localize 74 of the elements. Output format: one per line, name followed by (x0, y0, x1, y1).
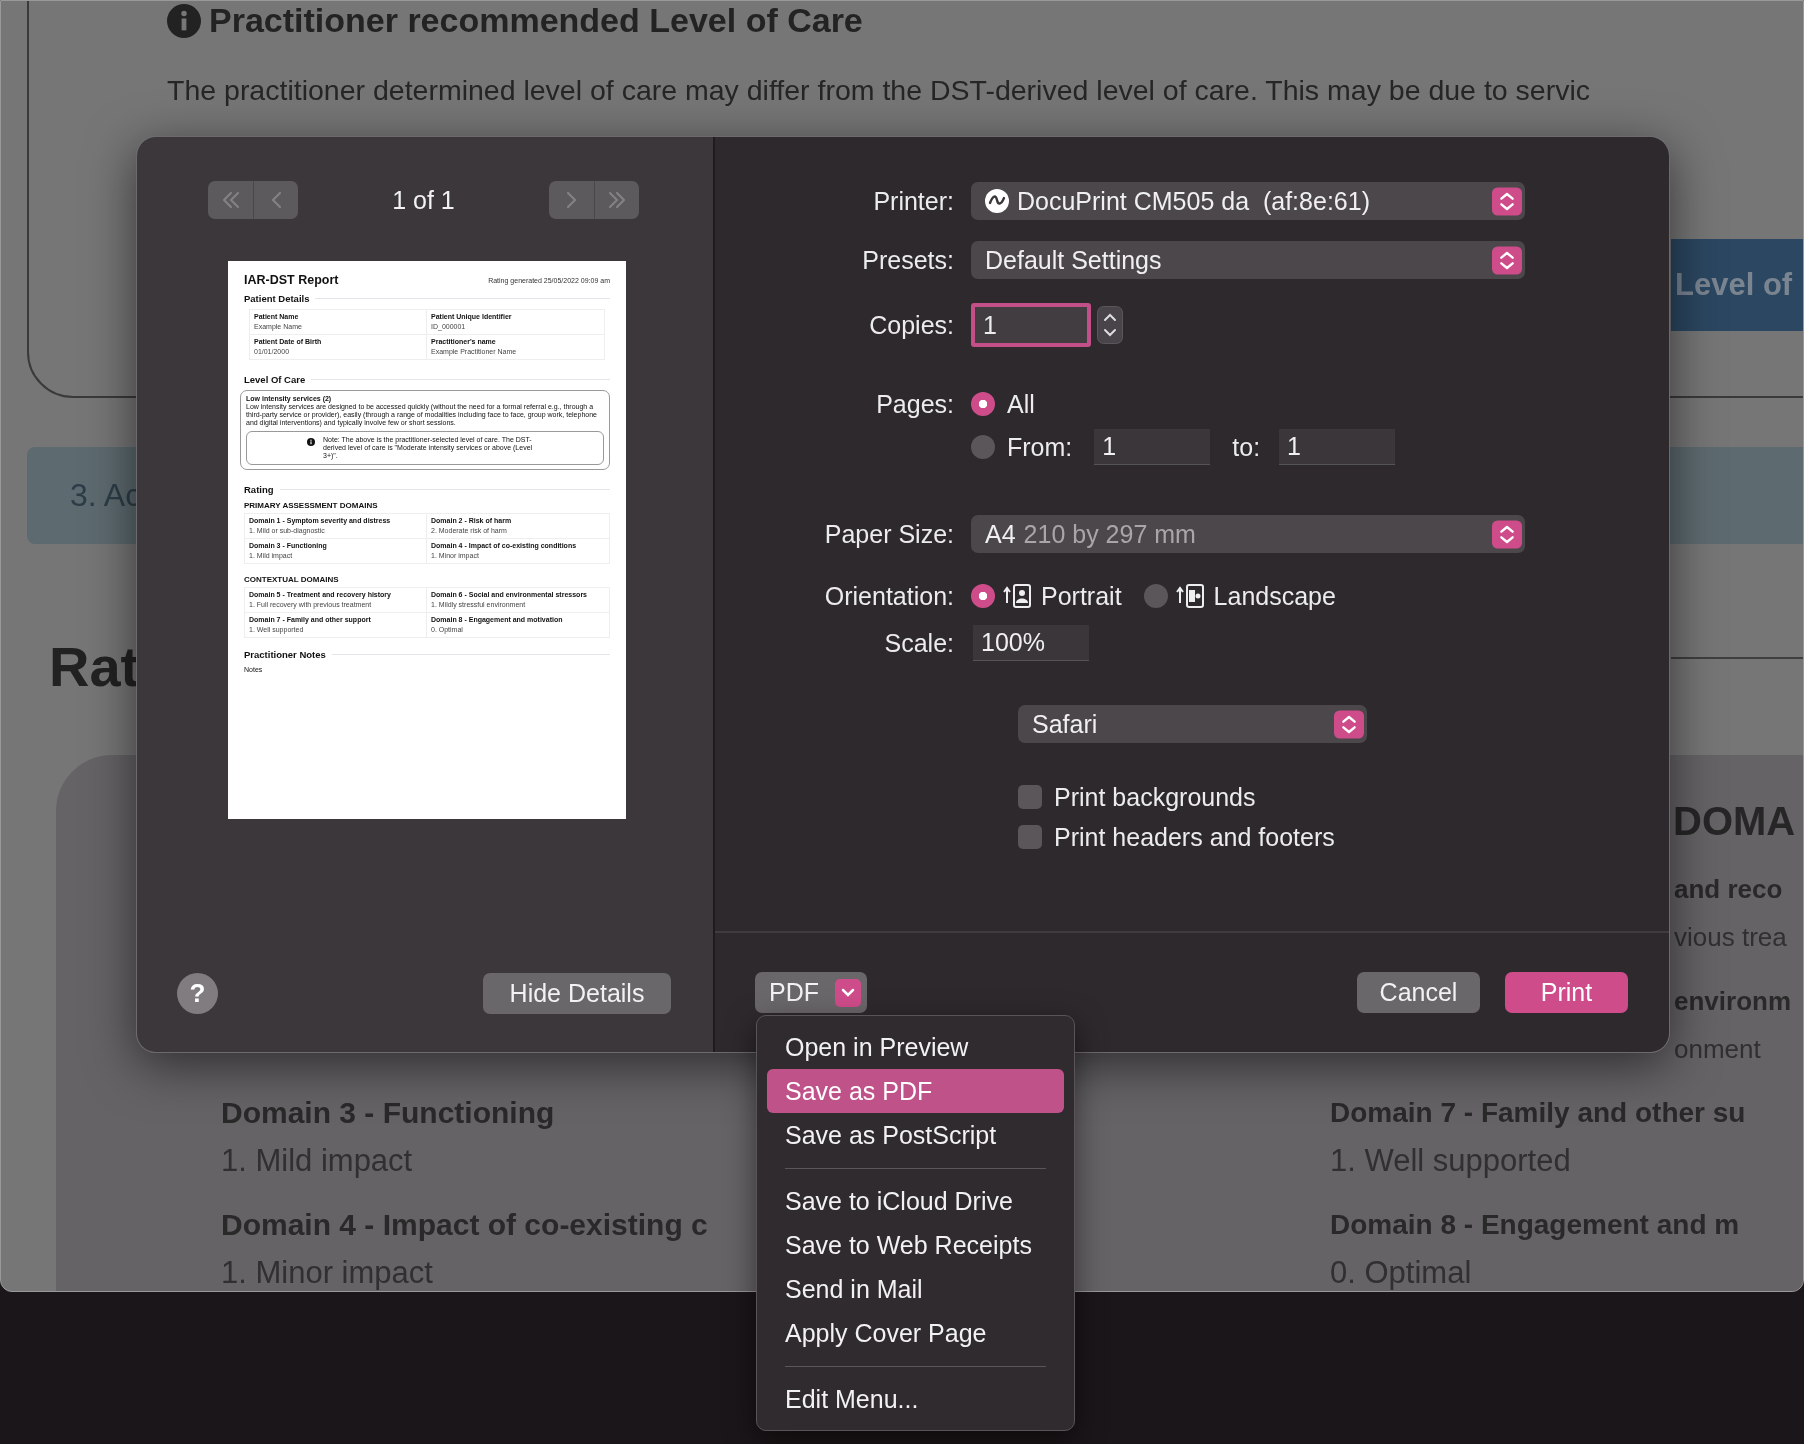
option-label: Landscape (1213, 581, 1336, 611)
pdf-button[interactable]: PDF (755, 972, 867, 1013)
updown-arrows-icon (1334, 709, 1364, 739)
dropdown[interactable]: Safari (1018, 705, 1367, 743)
domain-title: Domain 7 - Family and other su (1330, 1096, 1746, 1130)
dropdown[interactable]: Default Settings (971, 241, 1525, 279)
domain-title: and reco (1674, 873, 1784, 906)
subsection-heading: PRIMARY ASSESSMENT DOMAINS (244, 501, 379, 510)
chevron-left-icon (271, 192, 281, 208)
double-chevron-right-icon (609, 192, 625, 208)
field-label: Scale: (884, 628, 954, 657)
field-label: to: (1232, 432, 1261, 462)
subsection-heading: CONTEXTUAL DOMAINS (244, 575, 340, 584)
info-icon (307, 438, 315, 446)
menu-item[interactable]: Save to iCloud Drive (767, 1179, 1064, 1223)
info-icon (167, 3, 201, 38)
section-heading: Practitioner Notes (244, 649, 326, 660)
section-heading: Patient Details (244, 293, 310, 304)
option-label: Print backgrounds (1054, 782, 1256, 812)
radio-button[interactable] (1143, 584, 1168, 608)
field-label: Pages: (876, 389, 954, 418)
updown-arrows-icon (1492, 519, 1522, 549)
option-label: All (1007, 389, 1035, 419)
hide-details-button[interactable]: Hide Details (483, 973, 671, 1014)
from-field[interactable]: 1 (1094, 429, 1211, 465)
section-heading: Practitioner recommended Level of Care (209, 1, 863, 40)
domain-title: Domain 3 - Functioning (221, 1095, 556, 1131)
chevron-right-icon (567, 192, 576, 208)
help-button[interactable]: ? (177, 973, 218, 1014)
updown-arrows-icon (1492, 186, 1522, 216)
option-label: Print headers and footers (1054, 822, 1335, 852)
updown-arrows-icon (1492, 245, 1522, 275)
menu-item[interactable]: Apply Cover Page (767, 1311, 1064, 1355)
menu-item[interactable]: Save as PDF (767, 1069, 1064, 1113)
field-label: Paper Size: (824, 519, 954, 548)
printer-icon (985, 189, 1009, 213)
menu-item[interactable]: Send in Mail (767, 1267, 1064, 1311)
dropdown[interactable]: DocuPrint CM505 da (af:8e:61) (971, 182, 1525, 220)
page-counter: 1 of 1 (392, 185, 455, 215)
section-heading: Level Of Care (244, 374, 306, 385)
field-label: Copies: (869, 310, 954, 339)
field-label: Orientation: (824, 581, 954, 610)
stepper[interactable] (1097, 306, 1123, 344)
radio-button[interactable] (971, 435, 995, 459)
copies-field[interactable]: 1 (971, 303, 1091, 347)
domain-title: Domain 8 - Engagement and m (1330, 1208, 1741, 1242)
domain-title: Domain 4 - Impact of co-existing c (221, 1207, 708, 1243)
radio-button[interactable] (971, 584, 995, 608)
menu-item[interactable]: Save as PostScript (767, 1113, 1064, 1157)
landscape-icon (1175, 583, 1206, 609)
print-button[interactable]: Print (1505, 972, 1628, 1013)
dropdown[interactable]: A4 210 by 297 mm (971, 515, 1525, 553)
radio-button[interactable] (971, 392, 995, 416)
paragraph-line: The practitioner determined level of care may differ from the DST-derived level of care. This may be due to servic (167, 73, 1590, 108)
scale-field[interactable]: 100% (973, 625, 1089, 661)
cancel-button[interactable]: Cancel (1357, 972, 1480, 1013)
option-label: Portrait (1041, 581, 1122, 611)
domain-title: environm (1674, 985, 1792, 1018)
portrait-icon (1003, 583, 1033, 609)
section-heading: Rating (244, 484, 274, 495)
menu-item[interactable]: Save to Web Receipts (767, 1223, 1064, 1267)
double-chevron-left-icon (222, 192, 239, 208)
chevron-down-icon (835, 978, 861, 1007)
document-title: IAR-DST Report (244, 273, 339, 287)
page-heading: Rat (49, 634, 140, 700)
menu-item[interactable]: Open in Preview (767, 1025, 1064, 1069)
field-label: Printer: (873, 186, 954, 215)
field-label: Presets: (862, 245, 954, 274)
checkbox[interactable] (1018, 825, 1042, 849)
option-label: From: (1007, 432, 1073, 462)
section-heading: DOMA (1673, 798, 1796, 845)
to-field[interactable]: 1 (1279, 429, 1396, 465)
checkbox[interactable] (1018, 785, 1042, 809)
menu-item[interactable]: Edit Menu... (767, 1377, 1064, 1421)
